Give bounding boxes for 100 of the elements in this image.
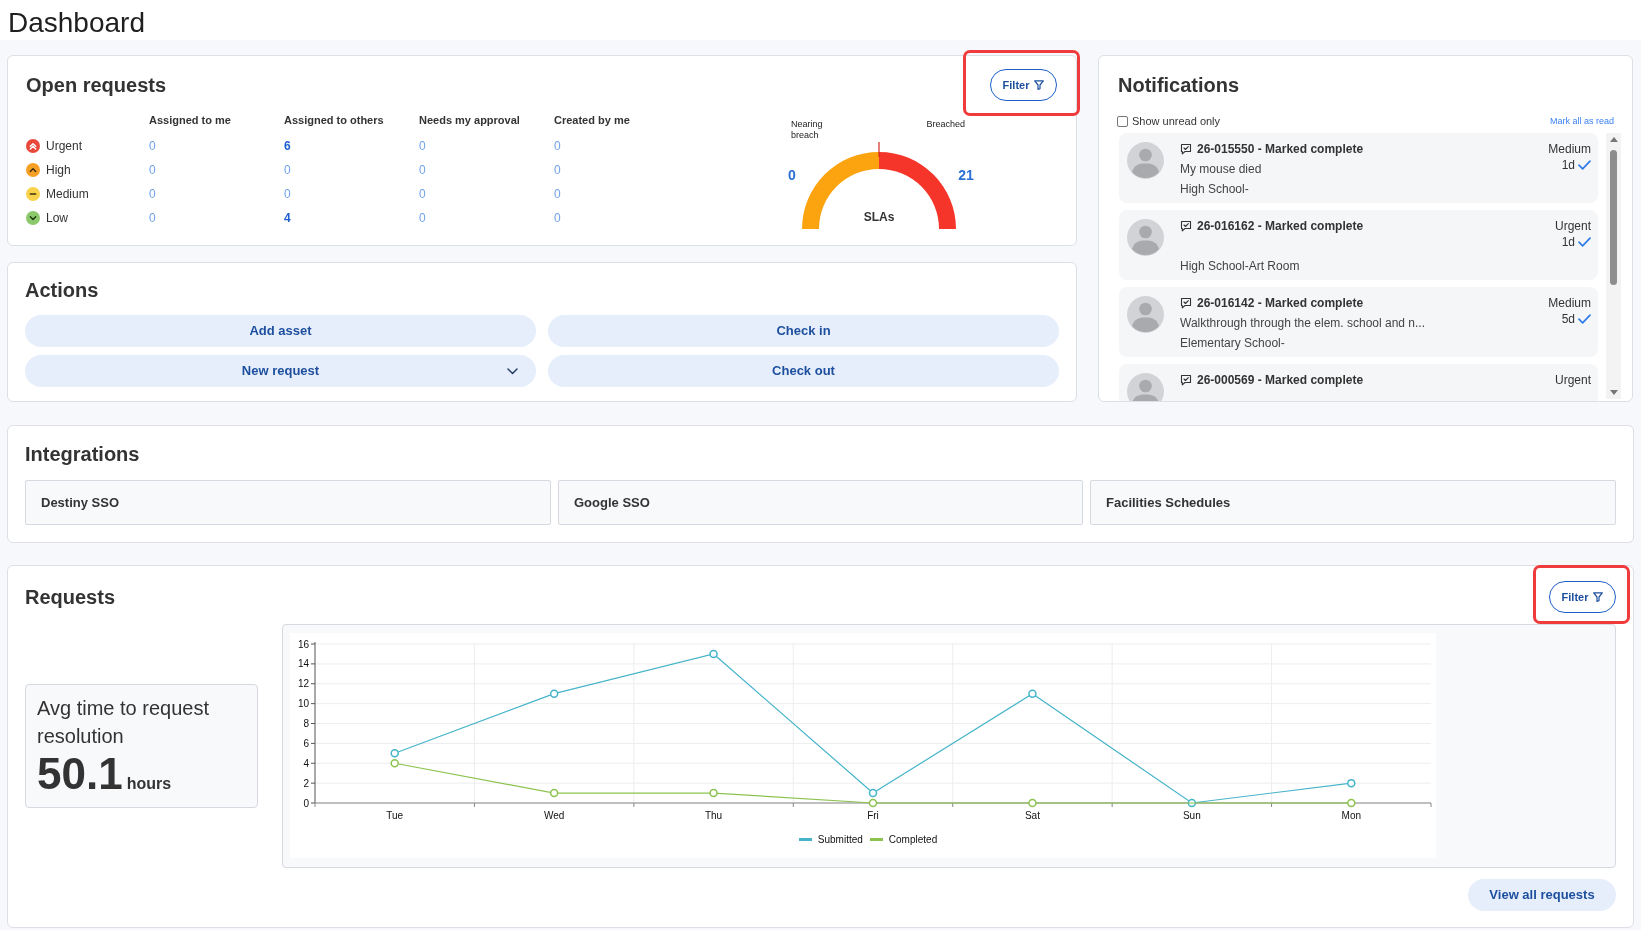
data-point [709, 788, 718, 798]
action-button[interactable]: Add asset [25, 315, 536, 347]
data-point [1028, 689, 1037, 698]
legend-label: Submitted [817, 833, 863, 847]
x-tick-label: Fri [867, 810, 879, 821]
check-icon [1578, 313, 1591, 324]
y-tick-label: 10 [297, 698, 309, 710]
data-point [1187, 798, 1197, 808]
gauge-label: Nearing breach [791, 119, 824, 141]
priority-label: Urgent [46, 138, 83, 155]
gauge-title: SLAs [863, 210, 895, 224]
y-tick-label: 12 [297, 678, 309, 690]
sla-count: 21 [957, 166, 975, 185]
x-tick-label: Sun [1182, 810, 1201, 821]
page-title: Dashboard [8, 7, 146, 39]
notification-location: High School- [1180, 181, 1250, 196]
sla-count: 0 [787, 166, 797, 185]
legend-label: Completed [888, 833, 938, 847]
column-header: Assigned to me [149, 112, 232, 128]
action-button[interactable]: Check in [548, 315, 1059, 347]
panel-title: Open requests [26, 73, 167, 97]
stat-unit: hours [126, 774, 172, 794]
y-tick-label: 8 [303, 718, 309, 729]
column-header: Needs my approval [419, 112, 521, 128]
filter-icon [1593, 592, 1604, 602]
dropdown-button[interactable]: New request [25, 355, 536, 387]
stat-value: 50.1 [37, 750, 123, 798]
data-point [868, 798, 878, 808]
data-point [709, 649, 718, 659]
y-tick-label: 16 [297, 638, 309, 650]
action-button[interactable]: Check out [548, 355, 1059, 387]
y-tick-label: 14 [297, 658, 309, 670]
triangle-down-icon[interactable] [1609, 390, 1618, 395]
notification-title: 26-016162 - Marked complete [1197, 217, 1364, 235]
age-label: 1d [1561, 157, 1575, 172]
x-tick-label: Sat [1024, 810, 1040, 821]
priority-label: Medium [1548, 295, 1591, 310]
count-link[interactable]: 4 [284, 209, 291, 227]
column-header: Created by me [554, 112, 631, 128]
panel-title: Actions [25, 278, 100, 302]
panel-title: Integrations [25, 442, 141, 466]
avatar-placeholder [1127, 141, 1164, 179]
notification-title: 26-015550 - Marked complete [1197, 140, 1364, 158]
priority-label: Urgent [1554, 218, 1591, 233]
notification-location: High School-Art Room [1180, 258, 1301, 273]
y-tick-label: 4 [303, 757, 309, 769]
checkbox-label: Show unread only [1132, 114, 1221, 129]
x-tick-label: Wed [543, 810, 565, 821]
check-icon [1578, 159, 1591, 170]
data-point [1347, 798, 1356, 808]
triangle-up-icon[interactable] [1609, 136, 1618, 142]
data-point [549, 689, 559, 698]
comment-check-icon [1180, 219, 1192, 232]
y-tick-label: 6 [303, 737, 309, 749]
data-point [390, 749, 399, 758]
panel-title: Notifications [1117, 73, 1241, 97]
age-label: 1d [1561, 234, 1575, 249]
avatar-placeholder [1127, 372, 1164, 401]
comment-check-icon [1180, 373, 1192, 386]
priority-label: Medium [46, 186, 89, 203]
chevron-down-icon [507, 367, 518, 375]
integration-tile[interactable]: Destiny SSO [25, 480, 551, 525]
comment-check-icon [1180, 296, 1192, 309]
x-tick-label: Thu [704, 810, 723, 821]
filter-icon [1034, 80, 1045, 90]
data-point [390, 759, 399, 768]
notification-card[interactable]: 26-016142 - Marked complete Walkthrough through the elem. school and n... Elementary School- Medium 5d [1119, 286, 1598, 357]
x-tick-label: Tue [386, 810, 404, 821]
integration-tile[interactable]: Google SSO [558, 480, 1083, 525]
notification-title: 26-016142 - Marked complete [1197, 294, 1364, 312]
filter-button[interactable]: Filter [1549, 581, 1616, 613]
gauge-label: Breached [926, 119, 965, 130]
notification-card[interactable]: 26-015550 - Marked complete My mouse died High School- Medium 1d [1119, 132, 1598, 203]
y-tick-label: 2 [303, 777, 309, 789]
notification-description: Walkthrough through the elem. school and n... [1180, 315, 1427, 330]
priority-label: Medium [1548, 141, 1591, 156]
mark-all-read-link[interactable]: Mark all as read [1549, 114, 1614, 128]
integration-tile[interactable]: Facilities Schedules [1090, 480, 1616, 525]
avatar-placeholder [1127, 218, 1164, 256]
view-all-button[interactable]: View all requests [1468, 879, 1616, 911]
notification-location: Elementary School- [1180, 335, 1286, 350]
y-tick-label: 0 [303, 797, 309, 809]
comment-check-icon [1180, 142, 1192, 155]
filter-button[interactable]: Filter [990, 69, 1057, 101]
data-point [1028, 798, 1037, 808]
age-label: 5d [1561, 311, 1575, 326]
notification-card[interactable]: 26-000569 - Marked complete Urgent [1119, 363, 1598, 401]
checkbox[interactable] [1117, 115, 1128, 127]
x-tick-label: Mon [1341, 810, 1361, 821]
data-point [1347, 778, 1356, 788]
count-link[interactable]: 6 [284, 137, 291, 155]
priority-label: Urgent [1554, 372, 1591, 387]
priority-label: High [46, 162, 71, 179]
scrollbar-thumb[interactable] [1610, 149, 1617, 285]
data-point [868, 788, 878, 798]
avatar-placeholder [1127, 295, 1164, 333]
notification-card[interactable]: 26-016162 - Marked complete High School-Art Room Urgent 1d [1119, 209, 1598, 280]
data-point [549, 788, 559, 798]
notification-title: 26-000569 - Marked complete [1197, 371, 1364, 389]
scrollbar[interactable] [1606, 132, 1621, 399]
